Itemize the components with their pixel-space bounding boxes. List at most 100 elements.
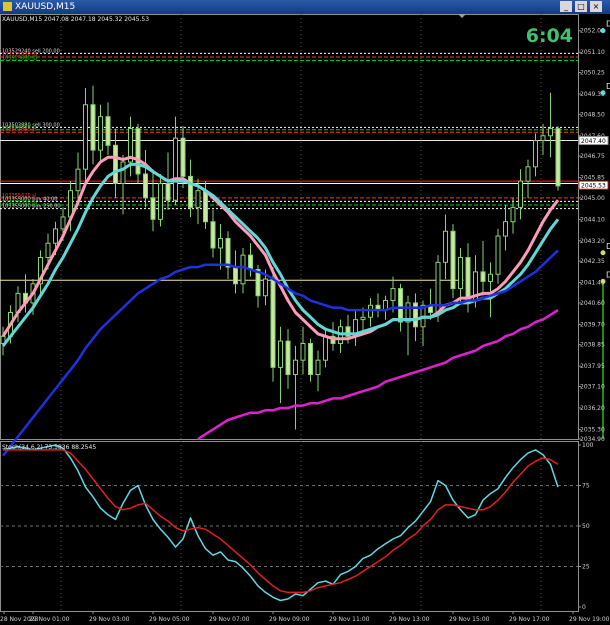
candle-bull (98, 116, 103, 151)
candle-bear (90, 104, 96, 151)
candle-bear (555, 128, 561, 187)
level-marker-label: DH3 (606, 82, 610, 91)
y-tick-label: 2048.50 (580, 111, 605, 118)
x-tick-label: 29 Nov 15:00 (449, 616, 490, 623)
candle-bull (83, 104, 88, 170)
x-tick-label: 29 Nov 19:00 (569, 616, 610, 623)
candle-bull (195, 190, 201, 208)
level-marker-dot (600, 250, 606, 256)
y-tick-label: 2041.45 (580, 280, 605, 287)
price-label-text: 2047.40 (581, 138, 606, 145)
candle-bear (143, 173, 148, 199)
main-panel-frame (0, 14, 579, 440)
chart-shift-icon (458, 14, 466, 18)
y-tick-label: 2045.85 (580, 175, 605, 182)
candle-bull (263, 278, 268, 297)
y-tick-label: 2037.95 (580, 363, 605, 370)
candle-bull (60, 216, 66, 230)
candle-bear (465, 257, 471, 302)
candle-bull (315, 359, 321, 376)
x-tick-label: 29 Nov 11:00 (329, 616, 370, 623)
level-marker-label: DR1 (606, 20, 610, 29)
candle-bull (458, 257, 463, 290)
y-tick-label: 2051.10 (580, 49, 605, 56)
y-tick-label: 2040.60 (580, 300, 605, 307)
x-tick-label: 29 Nov 03:00 (89, 616, 130, 623)
x-tick-label: 29 Nov 17:00 (509, 616, 550, 623)
candle-bear (225, 237, 231, 268)
window-title-bar: XAUUSD,M15 _ □ × (0, 0, 610, 14)
candle-bear (398, 288, 403, 323)
ohlc-header: XAUUSD,M15 2047.08 2047.18 2045.32 2045.… (2, 16, 149, 23)
y-tick-label: 2045.00 (580, 195, 605, 202)
candle-bear (450, 230, 456, 290)
candle-bull (443, 230, 448, 263)
maximize-button[interactable]: □ (575, 1, 587, 12)
stochastic-tick-label: 50 (582, 523, 590, 530)
candle-bull (540, 135, 546, 142)
candle-bull (293, 359, 298, 376)
candle-bear (248, 254, 253, 270)
y-tick-label: 2036.20 (580, 405, 605, 412)
y-tick-label: 2046.75 (580, 153, 605, 160)
price-label-text: 2045.53 (581, 183, 606, 190)
candle-bull (158, 183, 163, 220)
candle-bull (300, 342, 306, 361)
candle-bear (135, 128, 141, 175)
stochastic-title: Stoch(34,6,2) 73.5836 88.2545 (2, 444, 96, 451)
candle-bull (45, 242, 51, 259)
stochastic-tick-label: 100 (582, 442, 594, 449)
candle-bear (308, 342, 313, 376)
candle-bull (533, 140, 538, 168)
candle-bull (240, 254, 246, 285)
stochastic-tick-label: 0 (582, 604, 586, 611)
y-tick-label: 2043.20 (580, 238, 605, 245)
candle-bull (173, 137, 178, 201)
stochastic-line (3, 449, 559, 594)
candle-bear (105, 116, 111, 146)
level-marker-label: DHigh (606, 242, 610, 251)
x-tick-label: 29 Nov 01:00 (29, 616, 70, 623)
candle-bear (233, 266, 238, 285)
candle-bull (503, 221, 508, 237)
candle-bear (270, 278, 276, 368)
x-tick-label: 29 Nov 09:00 (269, 616, 310, 623)
candle-bull (53, 228, 58, 244)
level-label: 103355000 buy 250.00 (2, 204, 61, 210)
chart-canvas: 103529240 sell 200.00103525080 tp1035238… (0, 14, 610, 623)
candle-bull (495, 235, 501, 275)
stochastic-line (2, 444, 559, 602)
level-label: 103503880 sl (2, 127, 36, 133)
window-title: XAUUSD,M15 (15, 2, 76, 12)
candle-bull (488, 273, 493, 282)
candle-bear (480, 271, 486, 282)
y-tick-label: 2049.35 (580, 91, 605, 98)
candle-bull (323, 335, 328, 361)
candle-bear (285, 340, 291, 376)
stochastic-tick-label: 75 (582, 483, 590, 490)
y-tick-label: 2050.25 (580, 69, 605, 76)
y-tick-label: 2042.35 (580, 258, 605, 265)
x-tick-label: 29 Nov 07:00 (209, 616, 250, 623)
candle-bull (390, 288, 396, 302)
candle-bear (150, 197, 156, 220)
y-tick-label: 2038.85 (580, 342, 605, 349)
level-marker-label: DOpen (606, 270, 610, 279)
stochastic-tick-label: 25 (582, 564, 590, 571)
candle-bull (120, 161, 126, 185)
y-tick-label: 2052.00 (580, 28, 605, 35)
window-icon (3, 2, 12, 11)
y-tick-label: 2035.30 (580, 426, 605, 433)
candle-bear (113, 144, 118, 185)
candle-bull (510, 206, 516, 223)
x-tick-label: 29 Nov 13:00 (389, 616, 430, 623)
candle-bull (548, 128, 553, 137)
countdown-timer: 6:04 (526, 25, 573, 47)
x-tick-label: 29 Nov 05:00 (149, 616, 190, 623)
close-button[interactable]: × (590, 1, 602, 12)
candle-bull (518, 180, 523, 208)
moving-average-line (1, 162, 560, 347)
candle-bull (75, 168, 81, 192)
level-label: 103523880 tp (2, 56, 37, 62)
minimize-button[interactable]: _ (560, 1, 572, 12)
